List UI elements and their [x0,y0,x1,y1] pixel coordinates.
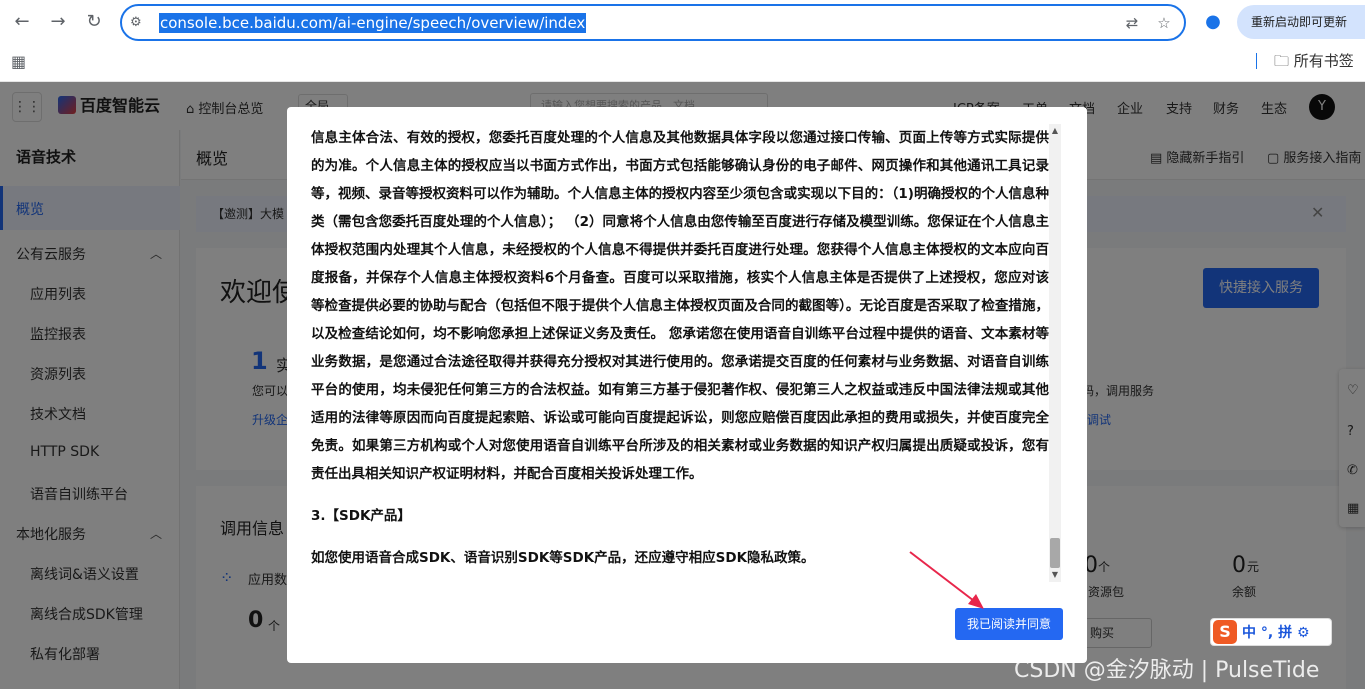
profile-icon[interactable]: ● [1201,11,1225,35]
agree-button[interactable]: 我已阅读并同意 [955,608,1063,640]
bookmark-star-icon[interactable]: ☆ [1154,13,1174,33]
scrollbar-track[interactable] [1049,124,1061,582]
bookmarks-divider [1256,53,1257,69]
ime-status[interactable]: 中 °, 拼 ⚙ [1242,622,1310,642]
url-text[interactable]: console.bce.baidu.com/ai-engine/speech/o… [159,13,587,33]
reload-icon[interactable]: ↻ [82,10,106,34]
restart-update-button[interactable]: 重新启动即可更新 [1237,5,1365,39]
translate-icon[interactable]: ⇄ [1122,13,1142,33]
sogou-logo-icon[interactable]: S [1213,620,1237,644]
agreement-scroll-area[interactable]: 信息主体合法、有效的授权，您委托百度处理的个人信息及其他数据具体字段以您通过接口… [311,124,1049,582]
folder-icon: 🗀 [1274,52,1290,70]
bookmarks-bar [0,44,1365,82]
scrollbar-thumb[interactable] [1050,538,1060,568]
apps-grid-icon[interactable]: ▦ [11,53,29,71]
watermark: CSDN @金汐脉动 | PulseTide [1014,658,1320,683]
scroll-up-icon[interactable]: ▲ [1050,126,1060,136]
agreement-paragraph: 信息主体合法、有效的授权，您委托百度处理的个人信息及其他数据具体字段以您通过接口… [311,130,1049,482]
site-settings-icon[interactable]: ⚙ [130,14,148,32]
address-bar[interactable]: ⚙ console.bce.baidu.com/ai-engine/speech… [120,4,1186,41]
sdk-section-title: 3.【SDK产品】 [311,508,411,524]
back-icon[interactable]: ← [10,10,34,34]
sdk-paragraph: 如您使用语音合成SDK、语音识别SDK等SDK产品，还应遵守相应SDK隐私政策。 [311,550,815,566]
all-bookmarks-folder[interactable]: 🗀 所有书签 [1274,51,1354,71]
forward-icon[interactable]: → [46,10,70,34]
all-bookmarks-label: 所有书签 [1293,52,1354,70]
scroll-down-icon[interactable]: ▼ [1050,570,1060,580]
